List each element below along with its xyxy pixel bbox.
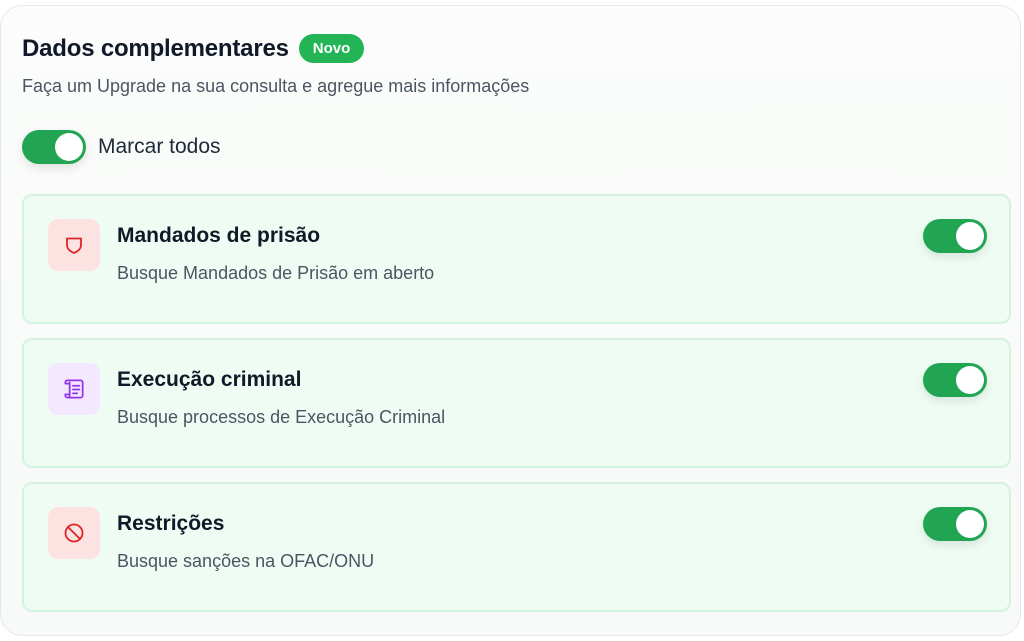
option-description: Busque Mandados de Prisão em aberto: [117, 263, 435, 283]
toggle-knob: [956, 366, 984, 394]
panel-subtitle: Faça um Upgrade na sua consulta e agregu…: [22, 76, 530, 96]
option-description: Busque sanções na OFAC/ONU: [117, 551, 375, 571]
additional-data-panel: Dados complementares Novo Faça um Upgrad…: [0, 5, 1021, 636]
toggle-knob: [956, 222, 984, 250]
option-card-arrest-warrants[interactable]: Mandados de prisão Busque Mandados de Pr…: [22, 194, 1011, 324]
option-title: Execução criminal: [117, 368, 302, 391]
toggle-knob: [55, 133, 83, 161]
select-all-toggle[interactable]: [22, 130, 86, 164]
new-badge: Novo: [298, 34, 365, 63]
panel-title: Dados complementares: [22, 34, 289, 62]
option-toggle[interactable]: [923, 219, 987, 253]
panel-header: Dados complementares Novo: [22, 34, 365, 63]
shield-icon: [48, 219, 100, 271]
option-title: Restrições: [117, 512, 225, 535]
option-description: Busque processos de Execução Criminal: [117, 407, 446, 427]
toggle-knob: [956, 510, 984, 538]
option-card-restrictions[interactable]: Restrições Busque sanções na OFAC/ONU: [22, 482, 1011, 612]
ban-icon: [48, 507, 100, 559]
select-all-row: Marcar todos: [22, 130, 221, 164]
option-toggle[interactable]: [923, 363, 987, 397]
option-toggle[interactable]: [923, 507, 987, 541]
option-card-criminal-execution[interactable]: Execução criminal Busque processos de Ex…: [22, 338, 1011, 468]
scroll-icon: [48, 363, 100, 415]
select-all-label: Marcar todos: [98, 135, 221, 158]
option-title: Mandados de prisão: [117, 224, 321, 247]
